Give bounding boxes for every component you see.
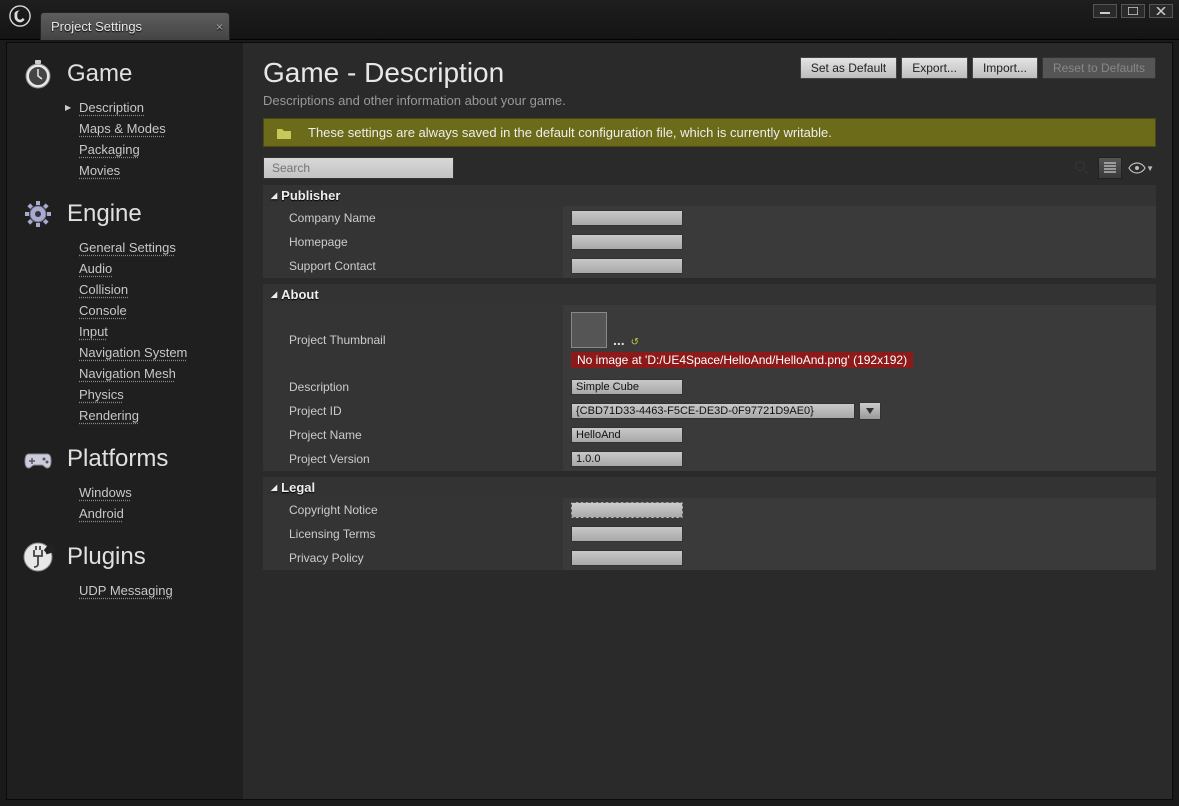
gamepad-icon <box>19 440 57 478</box>
sidebar-item-general-settings[interactable]: General Settings <box>79 237 239 258</box>
setting-label: Project ID <box>263 399 563 423</box>
field-privacy-policy[interactable] <box>571 550 683 566</box>
sidebar-item-description[interactable]: Description <box>79 97 239 118</box>
collapse-icon: ◢ <box>271 191 277 200</box>
sidebar-item-movies[interactable]: Movies <box>79 160 239 181</box>
category-title: Plugins <box>67 543 146 571</box>
setting-row: Privacy Policy <box>263 546 1156 570</box>
category-title: Engine <box>67 200 142 228</box>
sidebar-item-windows[interactable]: Windows <box>79 482 239 503</box>
setting-row: Homepage <box>263 230 1156 254</box>
field-copyright-notice[interactable] <box>571 502 683 518</box>
tab-close-icon[interactable]: × <box>216 20 223 34</box>
page-subtitle: Descriptions and other information about… <box>263 93 566 108</box>
category-platforms: Platforms <box>19 436 239 482</box>
sidebar-item-physics[interactable]: Physics <box>79 384 239 405</box>
field-project-version[interactable] <box>571 451 683 467</box>
visibility-button[interactable]: ▼ <box>1126 161 1156 175</box>
dropdown-button[interactable] <box>859 402 881 420</box>
setting-label: Licensing Terms <box>263 522 563 546</box>
config-writable-banner: These settings are always saved in the d… <box>263 118 1156 147</box>
category-plugins: Plugins <box>19 534 239 580</box>
sidebar-item-android[interactable]: Android <box>79 503 239 524</box>
thumbnail-error: No image at 'D:/UE4Space/HelloAnd/HelloA… <box>571 352 913 368</box>
tab-label: Project Settings <box>51 19 142 34</box>
setting-label: Project Name <box>263 423 563 447</box>
settings-content: Game - Description Descriptions and othe… <box>243 43 1172 799</box>
setting-row: Licensing Terms <box>263 522 1156 546</box>
section-header-publisher[interactable]: ◢Publisher <box>263 185 1156 206</box>
set-default-button[interactable]: Set as Default <box>800 57 897 79</box>
setting-row: Description <box>263 375 1156 399</box>
browse-button[interactable]: ... <box>613 332 625 348</box>
search-input[interactable] <box>263 157 454 179</box>
field-homepage[interactable] <box>571 234 683 250</box>
setting-label: Description <box>263 375 563 399</box>
field-company-name[interactable] <box>571 210 683 226</box>
setting-label: Privacy Policy <box>263 546 563 570</box>
sidebar-item-audio[interactable]: Audio <box>79 258 239 279</box>
section-header-legal[interactable]: ◢Legal <box>263 477 1156 498</box>
reset-icon[interactable]: ↺ <box>631 337 639 348</box>
sidebar-item-navigation-system[interactable]: Navigation System <box>79 342 239 363</box>
category-title: Platforms <box>67 445 168 473</box>
setting-row: Project ID <box>263 399 1156 423</box>
setting-label: Support Contact <box>263 254 563 278</box>
list-view-button[interactable] <box>1098 157 1122 179</box>
collapse-icon: ◢ <box>271 483 277 492</box>
field-licensing-terms[interactable] <box>571 526 683 542</box>
setting-row: Copyright Notice <box>263 498 1156 522</box>
setting-label: Homepage <box>263 230 563 254</box>
sidebar-item-console[interactable]: Console <box>79 300 239 321</box>
setting-row: Support Contact <box>263 254 1156 278</box>
field-project-id[interactable] <box>571 403 855 419</box>
category-game: Game <box>19 51 239 97</box>
sidebar-item-input[interactable]: Input <box>79 321 239 342</box>
setting-label: Company Name <box>263 206 563 230</box>
setting-label: Project Thumbnail <box>263 305 563 375</box>
sidebar-item-maps-modes[interactable]: Maps & Modes <box>79 118 239 139</box>
reset-defaults-button: Reset to Defaults <box>1042 57 1156 79</box>
settings-sidebar: Game DescriptionMaps & ModesPackagingMov… <box>7 43 243 799</box>
thumbnail-preview[interactable] <box>571 312 607 348</box>
sidebar-item-navigation-mesh[interactable]: Navigation Mesh <box>79 363 239 384</box>
sidebar-item-packaging[interactable]: Packaging <box>79 139 239 160</box>
unreal-logo-icon <box>0 0 40 32</box>
sidebar-item-udp-messaging[interactable]: UDP Messaging <box>79 580 239 601</box>
setting-row: Project Name <box>263 423 1156 447</box>
collapse-icon: ◢ <box>271 290 277 299</box>
stopwatch-icon <box>19 55 57 93</box>
field-project-name[interactable] <box>571 427 683 443</box>
section-header-about[interactable]: ◢About <box>263 284 1156 305</box>
search-icon[interactable] <box>1074 160 1090 176</box>
gear-icon <box>19 195 57 233</box>
category-engine: Engine <box>19 191 239 237</box>
field-description[interactable] <box>571 379 683 395</box>
tab-project-settings[interactable]: Project Settings × <box>40 12 230 40</box>
setting-label: Project Version <box>263 447 563 471</box>
export-button[interactable]: Export... <box>901 57 968 79</box>
folder-icon <box>276 126 292 140</box>
sidebar-item-rendering[interactable]: Rendering <box>79 405 239 426</box>
setting-row: Company Name <box>263 206 1156 230</box>
setting-label: Copyright Notice <box>263 498 563 522</box>
maximize-button[interactable] <box>1121 4 1145 18</box>
import-button[interactable]: Import... <box>972 57 1038 79</box>
banner-text: These settings are always saved in the d… <box>308 125 832 140</box>
setting-row: Project Thumbnail ... ↺ No image at 'D:/… <box>263 305 1156 375</box>
field-support-contact[interactable] <box>571 258 683 274</box>
sidebar-item-collision[interactable]: Collision <box>79 279 239 300</box>
page-title: Game - Description <box>263 57 566 89</box>
close-button[interactable] <box>1149 4 1173 18</box>
category-title: Game <box>67 60 132 88</box>
minimize-button[interactable] <box>1093 4 1117 18</box>
plug-icon <box>19 538 57 576</box>
titlebar: Project Settings × <box>0 0 1179 40</box>
setting-row: Project Version <box>263 447 1156 471</box>
